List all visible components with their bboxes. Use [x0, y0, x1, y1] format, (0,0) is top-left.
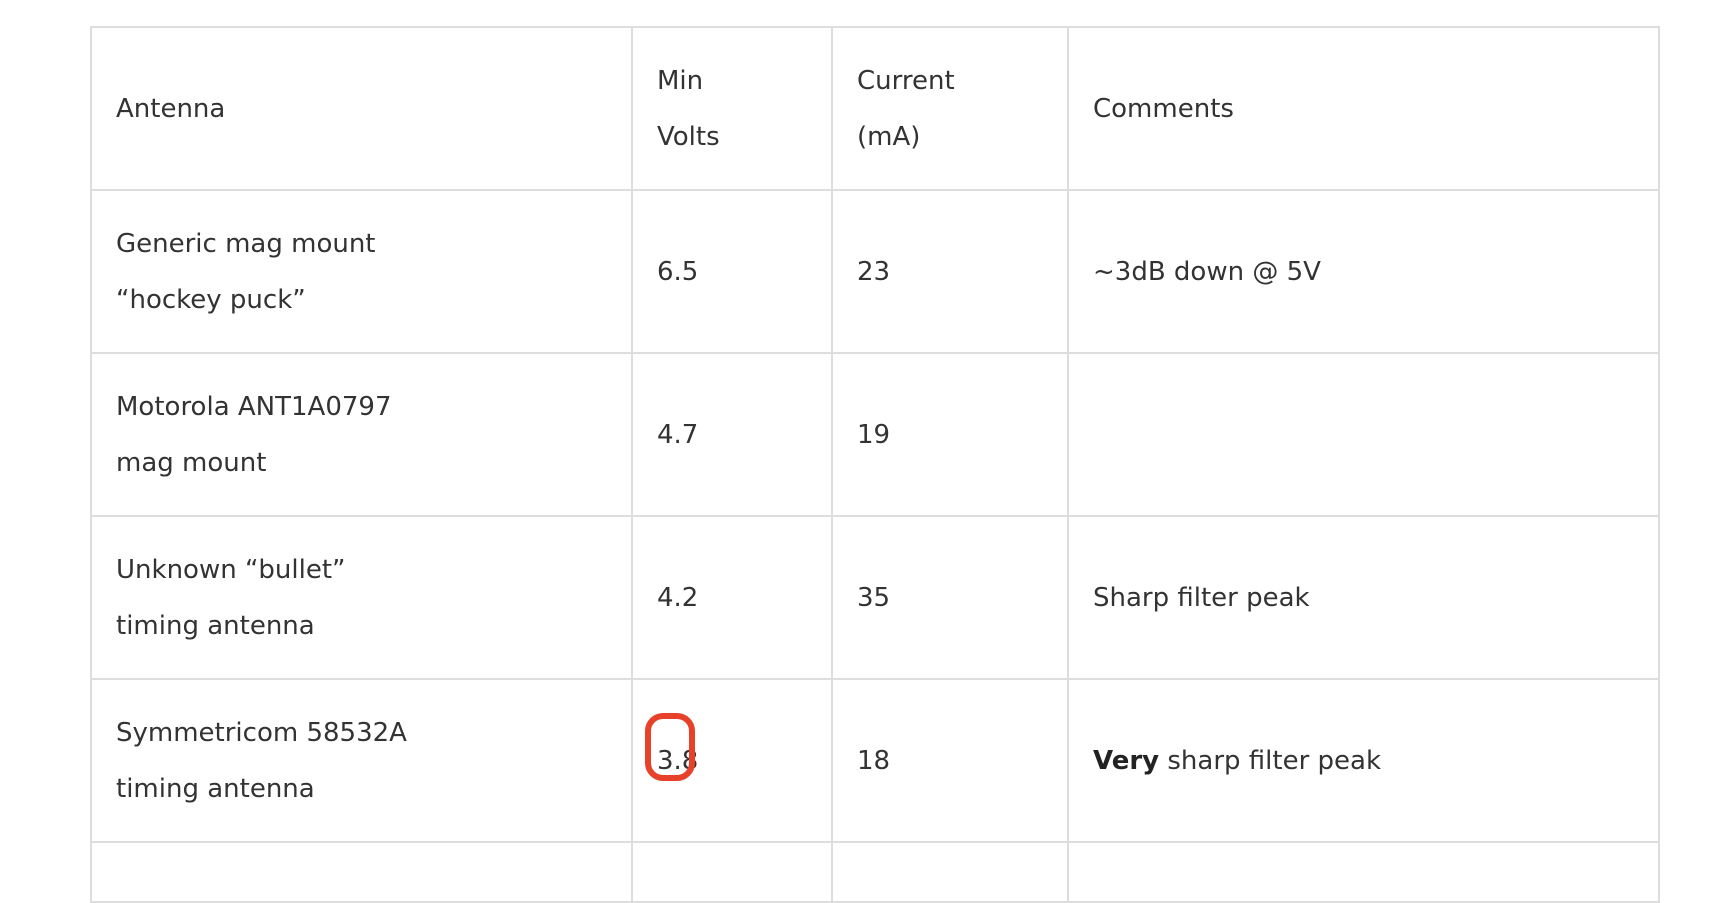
antenna-table-container: Antenna Min Volts Current (mA) Comments … — [90, 26, 1660, 903]
table-row: Generic mag mount “hockey puck” 6.5 23 ~… — [90, 189, 1660, 354]
min-volts-cell: 4.7 — [631, 352, 833, 517]
comments-cell — [1067, 352, 1660, 517]
min-volts-cell: 3.8 — [631, 678, 833, 843]
table-row: Unknown “bullet” timing antenna 4.2 35 S… — [90, 515, 1660, 680]
antenna-cell: Symmetricom 58532A timing antenna — [90, 678, 633, 843]
current-cell: 18 — [831, 678, 1069, 843]
table-header-row: Antenna Min Volts Current (mA) Comments — [90, 26, 1660, 191]
empty-cell — [1067, 841, 1660, 903]
current-cell: 35 — [831, 515, 1069, 680]
antenna-table: Antenna Min Volts Current (mA) Comments … — [90, 26, 1660, 903]
antenna-cell: Unknown “bullet” timing antenna — [90, 515, 633, 680]
antenna-cell: Generic mag mount “hockey puck” — [90, 189, 633, 354]
header-min-volts: Min Volts — [631, 26, 833, 191]
current-cell: 23 — [831, 189, 1069, 354]
comments-cell: ~3dB down @ 5V — [1067, 189, 1660, 354]
highlighted-value: 3.8 — [644, 712, 698, 789]
antenna-cell: Motorola ANT1A0797 mag mount — [90, 352, 633, 517]
min-volts-cell: 6.5 — [631, 189, 833, 354]
empty-cell — [831, 841, 1069, 903]
empty-cell — [90, 841, 633, 903]
table-row: Symmetricom 58532A timing antenna 3.8 18… — [90, 678, 1660, 843]
table-row: Motorola ANT1A0797 mag mount 4.7 19 — [90, 352, 1660, 517]
header-current: Current (mA) — [831, 26, 1069, 191]
min-volts-cell: 4.2 — [631, 515, 833, 680]
header-comments: Comments — [1067, 26, 1660, 191]
header-antenna: Antenna — [90, 26, 633, 191]
comments-cell: Very sharp filter peak — [1067, 678, 1660, 843]
comments-cell: Sharp filter peak — [1067, 515, 1660, 680]
table-row-partial — [90, 841, 1660, 903]
current-cell: 19 — [831, 352, 1069, 517]
empty-cell — [631, 841, 833, 903]
